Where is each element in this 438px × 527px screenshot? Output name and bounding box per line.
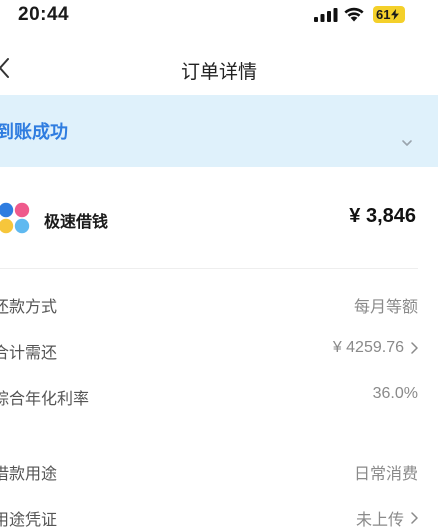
detail-label: 综合年化利率 [0, 391, 90, 408]
detail-value-text: 36.0% [372, 385, 418, 402]
detail-value: 日常消费 [354, 460, 418, 484]
battery-charging-icon [391, 9, 400, 20]
detail-value-text: ¥ 4259.76 [332, 339, 404, 356]
disbursement-status: 到账成功 [0, 122, 68, 142]
detail-row-annual-rate: 综合年化利率 36.0% [0, 380, 438, 410]
chevron-right-icon [411, 512, 418, 524]
status-time: 20:44 [18, 4, 70, 25]
detail-value: ¥ 4259.76 [333, 339, 418, 357]
loan-summary: 极速借钱 ¥ 3,846 [0, 196, 438, 242]
detail-value-text: 日常消费 [353, 466, 418, 483]
product-name: 极速借钱 [44, 214, 109, 231]
detail-value: 36.0% [373, 385, 418, 403]
chevron-right-icon [411, 342, 418, 354]
battery-level: 61 [376, 7, 391, 22]
detail-label: 借款用途 [0, 466, 58, 483]
loan-amount: ¥ 3,846 [349, 205, 416, 227]
product-logo-icon [0, 202, 30, 234]
battery-indicator: 61 [373, 6, 405, 23]
detail-label: 还款方式 [0, 299, 58, 316]
detail-value: 每月等额 [354, 293, 418, 317]
detail-value: 未上传 [356, 506, 418, 527]
detail-row-loan-purpose: 借款用途 日常消费 [0, 455, 438, 485]
chevron-down-icon[interactable] [400, 136, 414, 150]
status-bar: 20:44 61 [0, 0, 438, 30]
detail-label: 用途凭证 [0, 512, 58, 527]
cellular-signal-icon [314, 8, 338, 22]
detail-label: 合计需还 [0, 345, 58, 362]
page-title: 订单详情 [180, 62, 257, 83]
nav-bar: 订单详情 [0, 48, 438, 88]
detail-value-text: 每月等额 [353, 299, 418, 316]
wifi-icon [344, 7, 364, 22]
detail-value-text: 未上传 [355, 512, 404, 527]
detail-row-purpose-proof[interactable]: 用途凭证 未上传 [0, 501, 438, 527]
detail-row-repayment-method: 还款方式 每月等额 [0, 288, 438, 318]
detail-row-total-repayment[interactable]: 合计需还 ¥ 4259.76 [0, 334, 438, 364]
section-divider [0, 268, 418, 269]
status-banner[interactable]: 到账成功 [0, 95, 438, 167]
